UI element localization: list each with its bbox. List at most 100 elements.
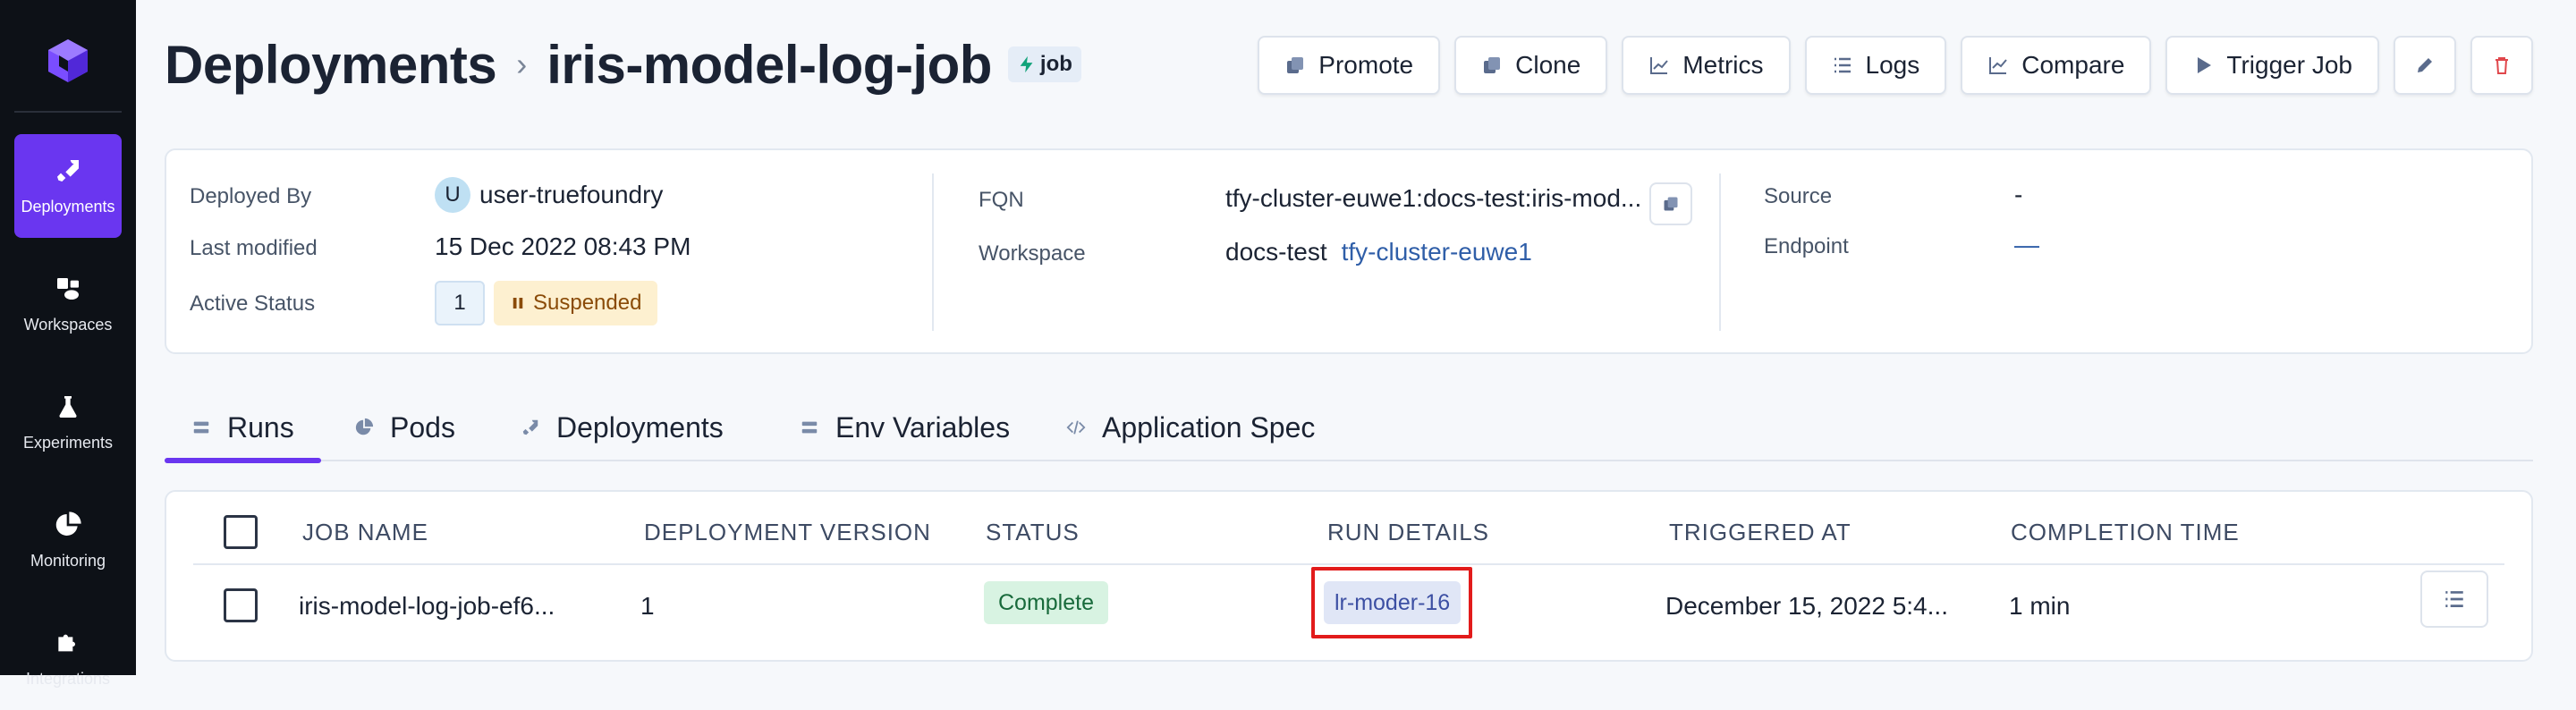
trigger-job-label: Trigger Job	[2226, 51, 2352, 79]
lightning-icon	[1020, 55, 1033, 73]
rocket-icon	[57, 159, 79, 182]
column-header-completion-time[interactable]: COMPLETION TIME	[2011, 519, 2240, 546]
pie-chart-icon	[55, 511, 81, 536]
page-header: Deployments › iris-model-log-job job	[165, 30, 1081, 98]
workspaces-icon	[57, 277, 79, 300]
active-status-value: 1 Suspended	[435, 281, 658, 325]
list-icon	[2445, 591, 2463, 607]
list-icon	[1834, 57, 1851, 73]
sidebar-item-label: Integrations	[25, 669, 111, 688]
copy-fqn-button[interactable]	[1649, 182, 1692, 225]
active-status-label: Active Status	[190, 292, 316, 316]
tab-bar: Runs Pods Deployments Env Variables Appl…	[165, 395, 2533, 463]
job-badge-label: job	[1039, 52, 1072, 76]
status-badge: Suspended	[494, 281, 658, 325]
sidebar-item-integrations[interactable]: Integrations	[14, 606, 122, 710]
tab-env-variables[interactable]: Env Variables	[773, 395, 1037, 460]
logs-label: Logs	[1865, 51, 1920, 79]
tab-application-spec[interactable]: Application Spec	[1039, 395, 1342, 460]
main-content: Deployments › iris-model-log-job job Pro…	[136, 0, 2576, 675]
job-name-cell[interactable]: iris-model-log-job-ef6...	[299, 592, 555, 621]
truefoundry-logo-icon[interactable]	[43, 36, 93, 86]
breadcrumb-root[interactable]: Deployments	[165, 34, 497, 96]
info-column-fqn: FQN tfy-cluster-euwe1:docs-test:iris-mod…	[932, 173, 1719, 331]
pencil-icon	[2418, 58, 2432, 72]
endpoint-value: —	[2014, 231, 2039, 258]
deployment-version-cell: 1	[640, 592, 655, 620]
tab-label: Application Spec	[1102, 410, 1316, 444]
status-label: Suspended	[533, 291, 642, 315]
logs-button[interactable]: Logs	[1804, 36, 1947, 95]
action-toolbar: Promote Clone Metrics Logs Compare Trigg…	[1258, 36, 2533, 95]
deployed-by-user: user-truefoundry	[479, 181, 664, 208]
workspace-label: Workspace	[979, 241, 1086, 266]
column-header-deployment-version[interactable]: DEPLOYMENT VERSION	[644, 519, 931, 546]
job-type-badge: job	[1007, 46, 1081, 82]
rocket-icon	[522, 419, 538, 435]
copy-stack-icon	[1287, 57, 1304, 73]
edit-button[interactable]	[2394, 36, 2456, 95]
tab-pods[interactable]: Pods	[327, 395, 482, 460]
compare-label: Compare	[2021, 51, 2125, 79]
tab-label: Pods	[390, 410, 455, 444]
sidebar-item-deployments[interactable]: Deployments	[14, 134, 122, 238]
fqn-value: tfy-cluster-euwe1:docs-test:iris-mod...	[1225, 184, 1642, 212]
runs-table: JOB NAME DEPLOYMENT VERSION STATUS RUN D…	[165, 490, 2533, 662]
tab-label: Deployments	[556, 410, 724, 444]
play-icon	[2198, 57, 2212, 73]
sidebar: Deployments Workspaces Experiments Monit…	[0, 0, 136, 688]
sidebar-item-label: Workspaces	[23, 315, 113, 334]
pause-icon	[513, 298, 523, 309]
breadcrumb-separator: ›	[516, 46, 528, 82]
table-header: JOB NAME DEPLOYMENT VERSION STATUS RUN D…	[193, 513, 2504, 565]
sidebar-item-label: Experiments	[22, 433, 114, 452]
clone-button[interactable]: Clone	[1454, 36, 1608, 95]
column-header-status[interactable]: STATUS	[986, 519, 1080, 546]
delete-button[interactable]	[2470, 36, 2533, 95]
column-header-job-name[interactable]: JOB NAME	[302, 519, 428, 546]
pie-chart-icon	[355, 418, 374, 435]
line-chart-icon	[1650, 57, 1669, 74]
source-value: -	[2014, 181, 2023, 208]
sidebar-item-experiments[interactable]: Experiments	[14, 370, 122, 474]
clone-label: Clone	[1515, 51, 1581, 79]
active-count-badge: 1	[435, 281, 485, 325]
trigger-job-button[interactable]: Trigger Job	[2165, 36, 2379, 95]
compare-button[interactable]: Compare	[1961, 36, 2152, 95]
trend-icon	[1989, 57, 2008, 74]
completion-time-cell: 1 min	[2009, 592, 2071, 620]
promote-button[interactable]: Promote	[1258, 36, 1441, 95]
column-header-triggered-at[interactable]: TRIGGERED AT	[1669, 519, 1852, 546]
sidebar-item-workspaces[interactable]: Workspaces	[14, 252, 122, 356]
env-variables-icon	[801, 421, 818, 434]
row-actions-button[interactable]	[2420, 571, 2488, 628]
tab-label: Runs	[227, 410, 294, 444]
clone-icon	[1484, 57, 1501, 73]
info-column-deployment: Deployed By U user-truefoundry Last modi…	[166, 150, 932, 356]
cluster-link[interactable]: tfy-cluster-euwe1	[1342, 238, 1532, 266]
tab-label: Env Variables	[835, 410, 1011, 444]
last-modified-label: Last modified	[190, 236, 318, 260]
puzzle-icon	[58, 634, 75, 651]
sidebar-item-monitoring[interactable]: Monitoring	[14, 488, 122, 592]
deployed-by-label: Deployed By	[190, 184, 312, 208]
metrics-button[interactable]: Metrics	[1622, 36, 1791, 95]
sidebar-item-label: Deployments	[21, 197, 115, 216]
workspace-name: docs-test	[1225, 238, 1327, 266]
fqn-label: FQN	[979, 188, 1024, 212]
row-checkbox[interactable]	[224, 588, 258, 622]
column-header-run-details[interactable]: RUN DETAILS	[1327, 519, 1489, 546]
triggered-at-cell: December 15, 2022 5:4...	[1665, 592, 1948, 620]
last-modified-value: 15 Dec 2022 08:43 PM	[435, 232, 691, 260]
tab-deployments[interactable]: Deployments	[494, 395, 750, 460]
trash-icon	[2496, 57, 2508, 74]
tab-runs[interactable]: Runs	[165, 395, 321, 463]
workspace-value: docs-test tfy-cluster-euwe1	[1225, 238, 1532, 266]
select-all-checkbox[interactable]	[224, 515, 258, 549]
code-icon	[1066, 420, 1086, 435]
highlight-box	[1311, 567, 1472, 638]
endpoint-label: Endpoint	[1764, 234, 1849, 258]
avatar: U	[435, 177, 470, 213]
metrics-label: Metrics	[1682, 51, 1764, 79]
sidebar-item-label: Monitoring	[30, 551, 106, 570]
